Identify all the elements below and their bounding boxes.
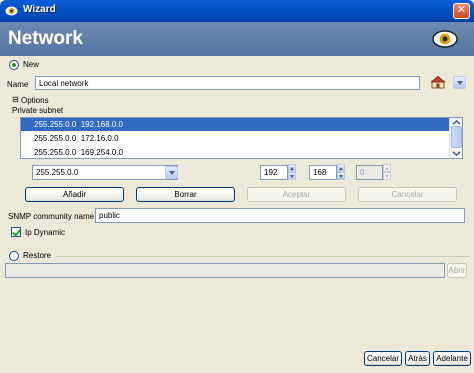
window-title-bar[interactable]: Wizard ✕ bbox=[0, 0, 474, 22]
delete-button[interactable]: Borrar bbox=[136, 187, 235, 202]
options-label: Options bbox=[21, 96, 49, 105]
network-icon[interactable] bbox=[431, 75, 445, 89]
cancel-subnet-button: Cancelar bbox=[358, 187, 457, 202]
window-title: Wizard bbox=[23, 4, 56, 15]
restore-radio-label: Restore bbox=[23, 251, 52, 260]
page-title: Network bbox=[8, 28, 83, 49]
ip-dynamic-label: Ip Dynamic bbox=[25, 228, 66, 237]
mask-select[interactable]: 255.255.0.0 bbox=[32, 165, 178, 180]
octet-3-spinner bbox=[383, 164, 391, 180]
eye-icon bbox=[432, 30, 458, 48]
subnet-list[interactable]: 255.255.0.0 192.168.0.0 255.255.0.0 172.… bbox=[20, 117, 463, 159]
spin-up-icon bbox=[383, 164, 391, 172]
spin-up-icon[interactable] bbox=[288, 164, 296, 172]
cancel-button[interactable]: Cancelar bbox=[364, 351, 402, 366]
accept-button: Aceptar bbox=[247, 187, 346, 202]
restore-divider bbox=[56, 256, 470, 257]
name-field[interactable]: Local network bbox=[35, 76, 420, 90]
octet-2-field[interactable]: 168 bbox=[309, 165, 337, 180]
name-label: Name bbox=[7, 80, 29, 89]
name-dropdown-button[interactable] bbox=[453, 76, 466, 89]
snmp-label: SNMP community name : bbox=[8, 212, 99, 221]
subnet-row[interactable]: 255.255.0.0 192.168.0.0 bbox=[21, 118, 449, 131]
octet-1-field[interactable]: 192 bbox=[260, 165, 288, 180]
wizard-header: Network bbox=[0, 22, 474, 56]
ip-dynamic-checkbox[interactable] bbox=[11, 227, 21, 237]
subnet-list-scrollbar[interactable] bbox=[449, 118, 462, 158]
restore-path-field bbox=[5, 263, 445, 278]
options-collapse-icon[interactable]: ⊟ bbox=[12, 95, 19, 104]
next-button[interactable]: Adelante bbox=[433, 351, 471, 366]
subnet-row[interactable]: 255.255.0.0 169.254.0.0 bbox=[21, 146, 449, 158]
spin-down-icon[interactable] bbox=[288, 172, 296, 180]
private-subnet-label: Private subnet bbox=[12, 106, 64, 115]
octet-1-spinner[interactable] bbox=[288, 164, 296, 180]
snmp-community-field[interactable]: public bbox=[95, 208, 465, 223]
new-radio-label: New bbox=[23, 60, 40, 69]
back-button[interactable]: Atrás bbox=[405, 351, 430, 366]
mask-dropdown-button[interactable] bbox=[165, 166, 178, 179]
app-icon bbox=[5, 6, 18, 16]
subnet-row[interactable]: 255.255.0.0 172.16.0.0 bbox=[21, 132, 449, 145]
octet-2-spinner[interactable] bbox=[337, 164, 345, 180]
scrollbar-thumb[interactable] bbox=[451, 126, 462, 148]
add-button[interactable]: Añadir bbox=[25, 187, 124, 202]
spin-down-icon bbox=[383, 172, 391, 180]
close-button[interactable]: ✕ bbox=[453, 3, 470, 19]
spin-up-icon[interactable] bbox=[337, 164, 345, 172]
scroll-up-arrow-icon[interactable] bbox=[451, 119, 462, 126]
octet-3-field: 0 bbox=[356, 165, 383, 180]
restore-radio[interactable] bbox=[9, 251, 19, 261]
new-radio[interactable] bbox=[9, 60, 19, 70]
spin-down-icon[interactable] bbox=[337, 172, 345, 180]
scroll-down-arrow-icon[interactable] bbox=[451, 150, 462, 157]
open-button: Abrir bbox=[447, 263, 467, 278]
